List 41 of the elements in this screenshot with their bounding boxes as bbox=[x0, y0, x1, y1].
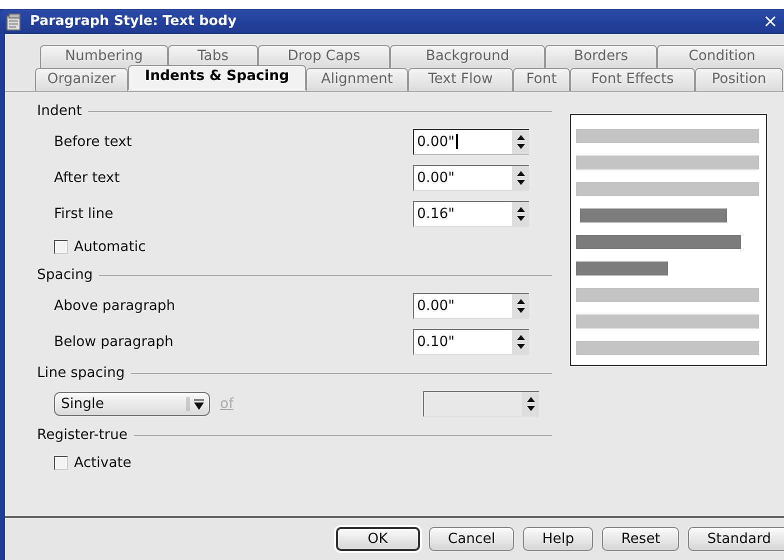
tab[interactable]: Alignment bbox=[306, 68, 408, 91]
dialog-button[interactable]: Cancel bbox=[428, 527, 514, 551]
group-heading: Register-true bbox=[37, 426, 128, 444]
dialog-button[interactable]: Reset bbox=[602, 527, 680, 551]
tab[interactable]: Position bbox=[695, 68, 783, 91]
close-button[interactable]: × bbox=[762, 8, 778, 35]
tab[interactable]: Drop Caps bbox=[258, 45, 390, 68]
field-label: Above paragraph bbox=[54, 296, 176, 316]
dialog-button[interactable]: Help bbox=[523, 527, 594, 551]
tab[interactable]: Text Flow bbox=[408, 68, 513, 91]
tab[interactable]: Organizer bbox=[35, 68, 128, 91]
checkbox[interactable] bbox=[54, 240, 68, 254]
document-icon bbox=[6, 12, 22, 30]
checkbox-label: Automatic bbox=[74, 238, 146, 256]
tab[interactable]: Background bbox=[390, 45, 545, 68]
field-label: Below paragraph bbox=[54, 332, 174, 352]
tab[interactable]: Numbering bbox=[40, 45, 168, 68]
field-label: Before text bbox=[54, 132, 133, 152]
dialog-button[interactable]: Standard bbox=[688, 527, 784, 551]
field-label: First line bbox=[54, 204, 114, 224]
dropdown[interactable]: Single bbox=[54, 392, 210, 416]
tab[interactable]: Condition bbox=[657, 45, 784, 68]
tab[interactable]: Font Effects bbox=[570, 68, 695, 91]
spin-field[interactable]: 0.16" bbox=[413, 201, 529, 227]
checkbox[interactable] bbox=[54, 456, 68, 470]
group-heading: Spacing bbox=[37, 266, 93, 284]
field-label: After text bbox=[54, 168, 121, 188]
checkbox-label: Activate bbox=[74, 454, 132, 472]
group-heading: Indent bbox=[37, 102, 82, 120]
spin-field[interactable]: 0.10" bbox=[413, 329, 529, 355]
spin-field[interactable]: 0.00" bbox=[413, 293, 529, 319]
spin-field[interactable]: 0.00" bbox=[413, 129, 529, 155]
tab[interactable]: Indents & Spacing bbox=[128, 65, 306, 90]
field-label: of bbox=[220, 394, 235, 414]
window-title: Paragraph Style: Text body bbox=[30, 12, 238, 32]
tab[interactable]: Borders bbox=[545, 45, 657, 68]
text-cursor bbox=[456, 134, 458, 150]
group-heading: Line spacing bbox=[37, 364, 125, 382]
dialog-button[interactable]: OK bbox=[336, 527, 420, 551]
tab[interactable]: Font bbox=[513, 68, 570, 91]
spin-field[interactable]: 0.00" bbox=[413, 165, 529, 191]
